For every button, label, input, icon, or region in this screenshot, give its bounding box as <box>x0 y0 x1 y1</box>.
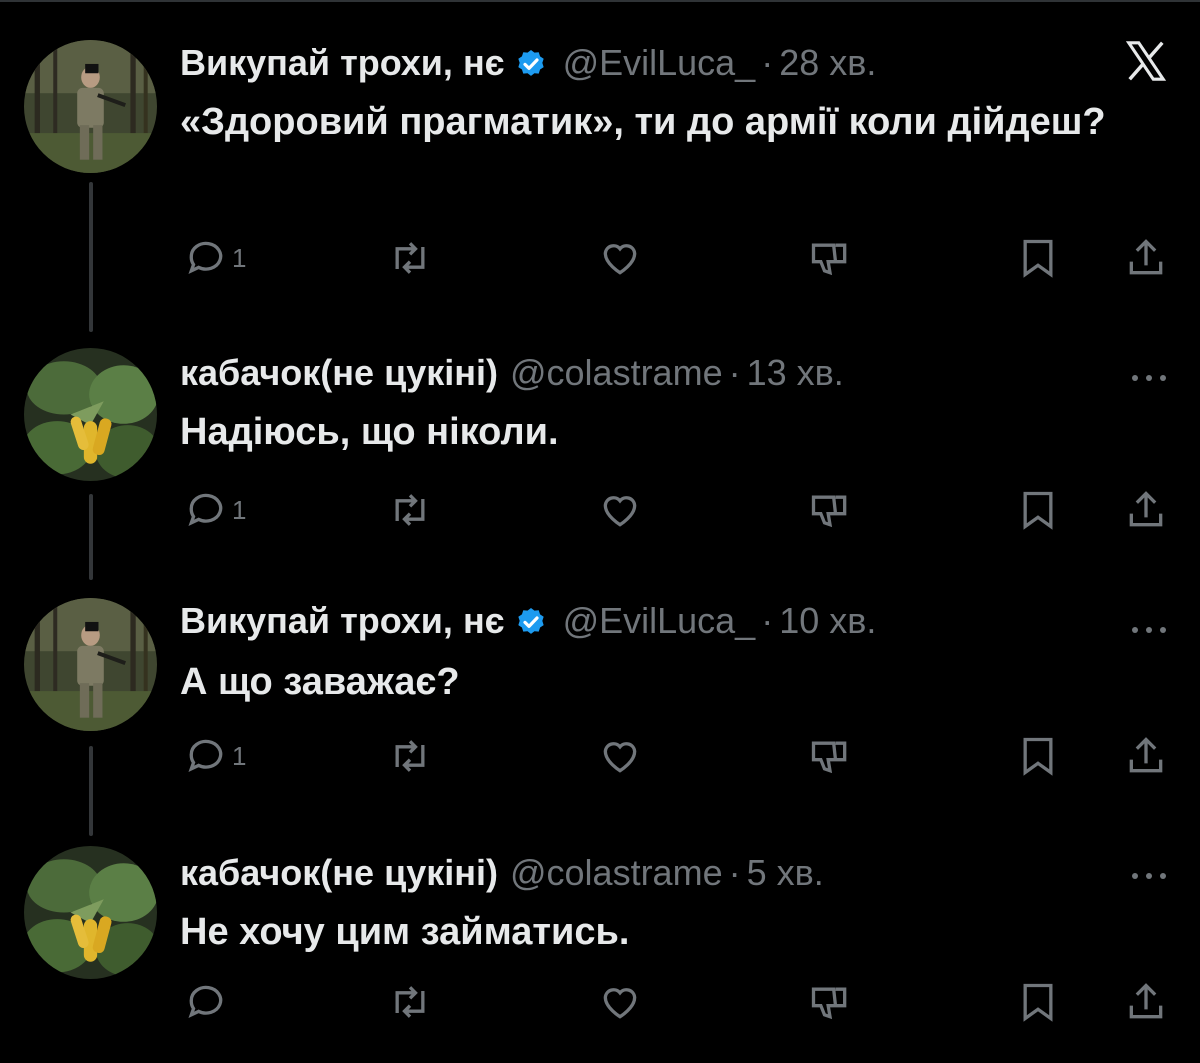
reply-button[interactable]: 1 <box>184 486 246 534</box>
heart-icon <box>603 244 637 275</box>
repost-icon <box>395 242 425 274</box>
heart-icon <box>603 742 637 773</box>
handle[interactable]: @colastrame <box>510 852 723 894</box>
heart-icon <box>603 988 637 1019</box>
tweet-header: Викупай трохи, нє @EvilLuca_ · 10 хв. <box>180 596 876 646</box>
more-icon[interactable] <box>1128 368 1170 388</box>
share-button[interactable] <box>1124 486 1168 534</box>
timestamp[interactable]: 10 хв. <box>779 600 876 642</box>
verified-badge-icon <box>515 47 547 79</box>
reply-icon <box>188 241 223 275</box>
reply-count: 1 <box>232 242 247 273</box>
avatar-soldier[interactable] <box>24 598 157 731</box>
tweet-text: Не хочу цим займатись. <box>180 911 630 953</box>
action-bar: 1 <box>0 234 1200 284</box>
tweet-header: Викупай трохи, нє @EvilLuca_ · 28 хв. <box>180 38 876 88</box>
separator-dot: · <box>728 352 741 393</box>
action-bar: 1 <box>0 486 1200 536</box>
bookmark-button[interactable] <box>1016 732 1060 780</box>
tweet-header: кабачок(не цукіні) @colastrame · 13 хв. <box>180 348 844 398</box>
avatar-zucchini[interactable] <box>24 846 157 979</box>
reply-icon <box>188 493 223 527</box>
handle[interactable]: @EvilLuca_ <box>563 42 756 84</box>
tweet-text: «Здоровий прагматик», ти до армії коли д… <box>180 101 1106 143</box>
repost-icon <box>395 986 425 1018</box>
avatar-soldier[interactable] <box>24 40 157 173</box>
bookmark-icon <box>1023 737 1053 776</box>
dislike-button[interactable] <box>808 486 852 534</box>
share-button[interactable] <box>1124 234 1168 282</box>
separator-dot: · <box>728 852 741 893</box>
avatar-zucchini[interactable] <box>24 348 157 481</box>
dislike-button[interactable] <box>808 732 852 780</box>
display-name[interactable]: кабачок(не цукіні) <box>180 852 498 894</box>
timestamp[interactable]: 13 хв. <box>747 352 844 394</box>
share-icon <box>1129 239 1163 275</box>
x-logo-icon[interactable] <box>1122 38 1170 84</box>
like-button[interactable] <box>598 486 642 534</box>
like-button[interactable] <box>598 234 642 282</box>
timestamp[interactable]: 5 хв. <box>747 852 824 894</box>
repost-button[interactable] <box>388 978 432 1026</box>
reply-count: 1 <box>232 740 247 771</box>
verified-badge-icon <box>515 605 547 637</box>
like-button[interactable] <box>598 978 642 1026</box>
bookmark-button[interactable] <box>1016 978 1060 1026</box>
dislike-button[interactable] <box>808 978 852 1026</box>
repost-icon <box>395 740 425 772</box>
action-bar <box>0 978 1200 1028</box>
thumbs-down-icon <box>811 495 847 528</box>
repost-button[interactable] <box>388 732 432 780</box>
tweet-text: А що заважає? <box>180 661 460 703</box>
bookmark-button[interactable] <box>1016 234 1060 282</box>
bookmark-button[interactable] <box>1016 486 1060 534</box>
reply-button[interactable]: 1 <box>184 732 246 780</box>
more-icon[interactable] <box>1128 620 1170 640</box>
bookmark-icon <box>1023 983 1053 1022</box>
share-icon <box>1129 737 1163 773</box>
reply-button[interactable] <box>184 978 232 1026</box>
separator-dot: · <box>761 42 774 83</box>
tweet-header: кабачок(не цукіні) @colastrame · 5 хв. <box>180 848 824 898</box>
reply-button[interactable]: 1 <box>184 234 246 282</box>
bookmark-icon <box>1023 491 1053 530</box>
heart-icon <box>603 496 637 527</box>
repost-icon <box>395 494 425 526</box>
handle[interactable]: @colastrame <box>510 352 723 394</box>
thumbs-down-icon <box>811 741 847 774</box>
action-bar: 1 <box>0 732 1200 782</box>
handle[interactable]: @EvilLuca_ <box>563 600 756 642</box>
thumbs-down-icon <box>811 243 847 276</box>
display-name[interactable]: Викупай трохи, нє <box>180 42 505 84</box>
display-name[interactable]: Викупай трохи, нє <box>180 600 505 642</box>
separator-dot: · <box>761 600 774 641</box>
share-icon <box>1129 983 1163 1019</box>
repost-button[interactable] <box>388 234 432 282</box>
repost-button[interactable] <box>388 486 432 534</box>
dislike-button[interactable] <box>808 234 852 282</box>
reply-icon <box>188 985 223 1019</box>
display-name[interactable]: кабачок(не цукіні) <box>180 352 498 394</box>
bookmark-icon <box>1023 239 1053 278</box>
reply-icon <box>188 739 223 773</box>
thumbs-down-icon <box>811 987 847 1020</box>
reply-count: 1 <box>232 494 247 525</box>
share-icon <box>1129 491 1163 527</box>
tweet-text: Надіюсь, що ніколи. <box>180 411 559 453</box>
share-button[interactable] <box>1124 732 1168 780</box>
share-button[interactable] <box>1124 978 1168 1026</box>
timestamp[interactable]: 28 хв. <box>779 42 876 84</box>
more-icon[interactable] <box>1128 866 1170 886</box>
top-divider <box>0 0 1200 2</box>
like-button[interactable] <box>598 732 642 780</box>
